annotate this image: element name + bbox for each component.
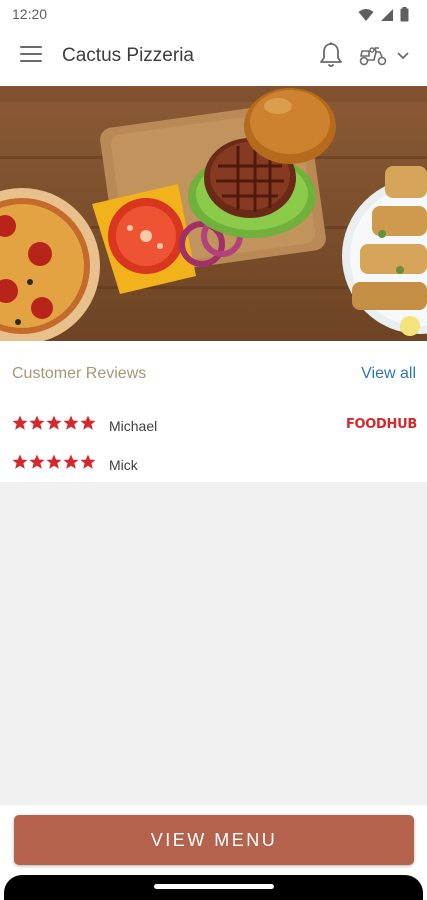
star-icon <box>46 415 62 430</box>
star-icon <box>80 415 96 430</box>
menu-icon[interactable] <box>20 46 42 66</box>
view-menu-button[interactable]: VIEW MENU <box>14 815 414 865</box>
star-icon <box>29 454 45 469</box>
star-icon <box>63 454 79 469</box>
scooter-icon[interactable] <box>358 44 388 66</box>
status-time: 12:20 <box>12 6 48 22</box>
reviewer-name: Michael <box>109 418 158 434</box>
page-title: Cactus Pizzeria <box>62 45 194 66</box>
home-gesture-handle[interactable] <box>154 884 274 889</box>
app-screen: 12:20 Cactus Pizzeria Customer Reviews V… <box>0 0 427 900</box>
battery-icon <box>400 7 409 22</box>
bell-icon[interactable] <box>318 41 344 69</box>
status-icons <box>358 7 409 22</box>
tomato-slice <box>108 198 184 274</box>
app-bar: Cactus Pizzeria <box>0 28 427 86</box>
star-icon <box>12 415 28 430</box>
review-item: Mick <box>12 454 417 476</box>
chevron-down-icon[interactable] <box>396 50 410 62</box>
cellular-signal-icon <box>381 8 393 21</box>
hero-banner-image <box>0 86 427 341</box>
star-icon <box>29 415 45 430</box>
customer-reviews-section: Customer Reviews View all Michael FOODHU… <box>0 341 427 482</box>
view-all-link[interactable]: View all <box>361 365 416 383</box>
reviewer-name: Mick <box>109 457 138 473</box>
reviews-title: Customer Reviews <box>12 365 147 382</box>
star-icon <box>12 454 28 469</box>
review-item: Michael FOODHUB <box>12 415 417 437</box>
system-nav-bar <box>4 875 423 900</box>
rating-stars <box>12 454 96 470</box>
status-bar: 12:20 <box>0 0 427 28</box>
foodhub-logo: FOODHUB <box>345 417 417 432</box>
wifi-icon <box>358 8 374 21</box>
rating-stars <box>12 415 96 431</box>
burger-bun <box>244 88 336 164</box>
bottom-action-area: VIEW MENU <box>0 805 427 900</box>
star-icon <box>80 454 96 469</box>
star-icon <box>46 454 62 469</box>
star-icon <box>63 415 79 430</box>
